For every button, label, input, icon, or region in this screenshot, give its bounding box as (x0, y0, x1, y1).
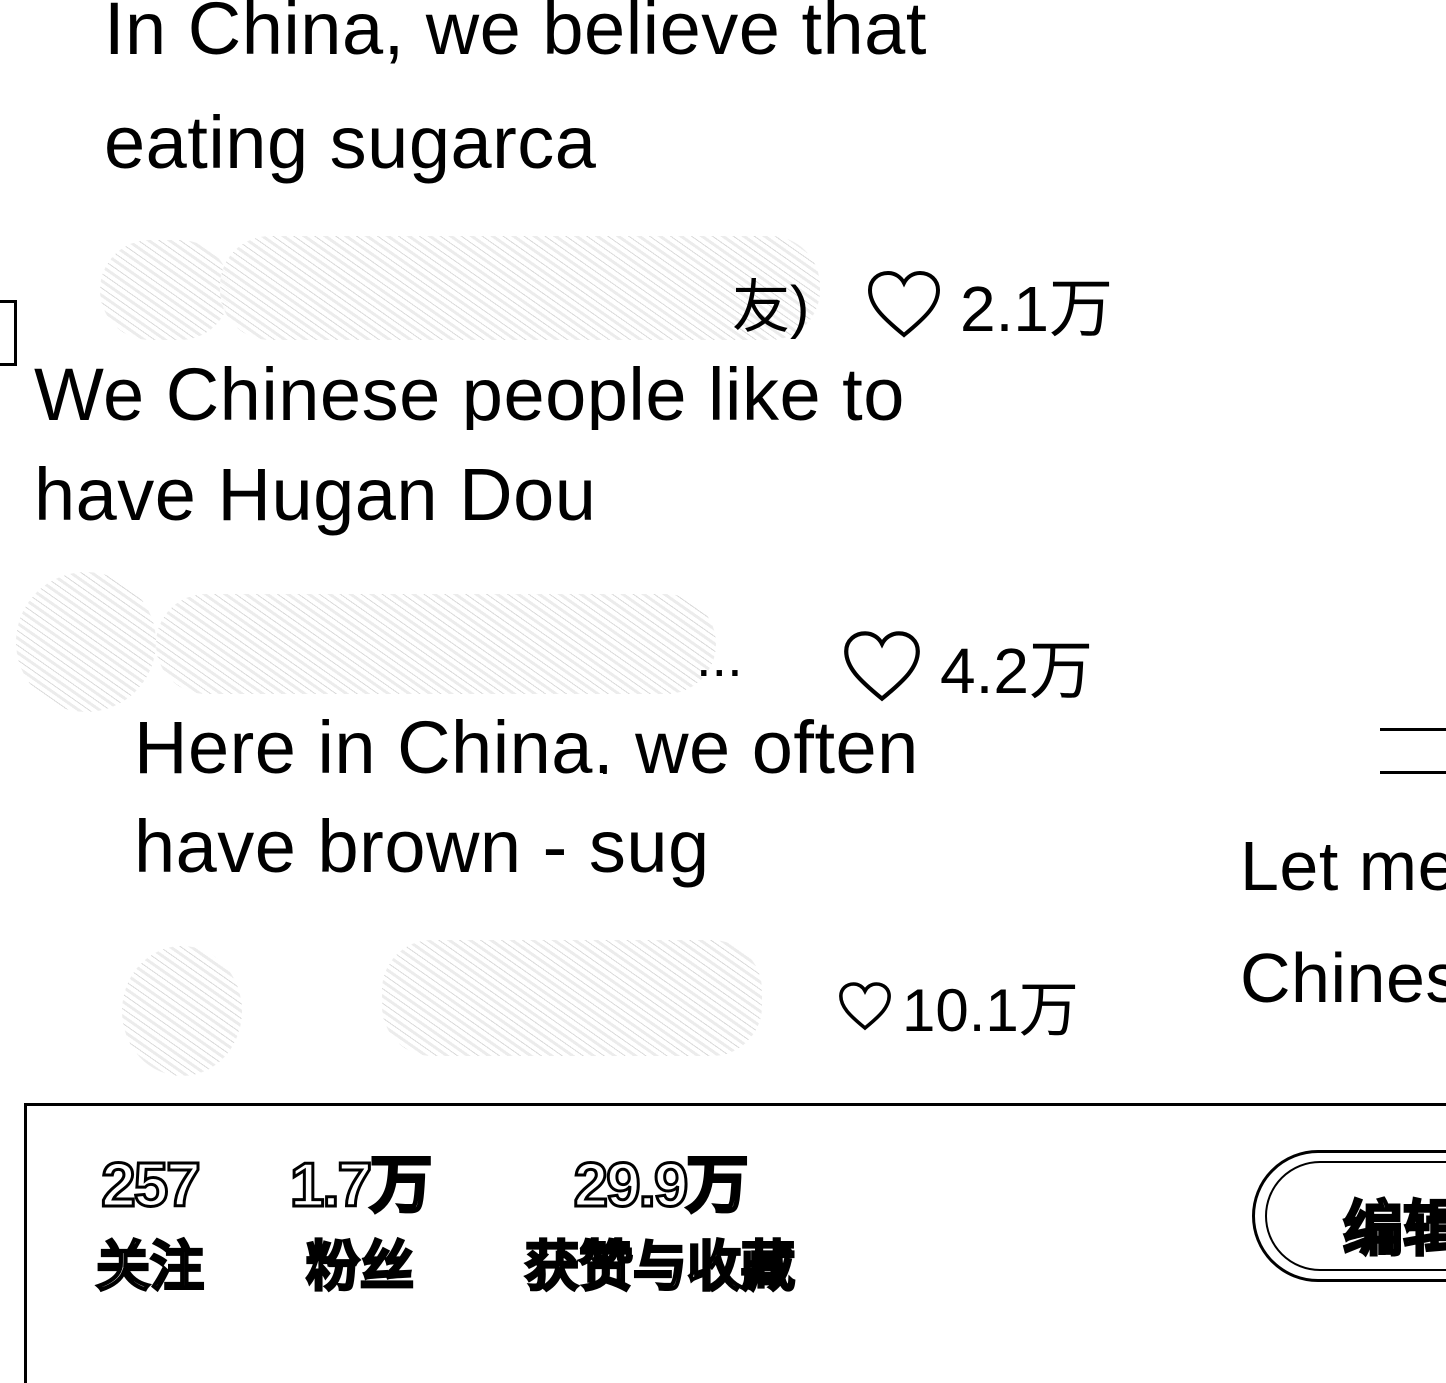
like-count-3[interactable]: 10.1万 (838, 962, 1079, 1049)
author-name (382, 940, 762, 1056)
like-count-value: 4.2万 (940, 635, 1093, 707)
edit-profile-button[interactable]: 编辑 (1252, 1150, 1446, 1282)
edit-button-label: 编辑 (1342, 1195, 1446, 1265)
card-edge-marker (0, 300, 17, 366)
heart-icon[interactable] (842, 629, 922, 703)
author-name (156, 594, 716, 694)
note-card-title-line2: eating sugarca (104, 101, 597, 184)
note-card-title-line1: We Chinese people like to (34, 353, 905, 430)
stat-followers[interactable]: 1.7万 粉丝 (270, 1146, 450, 1302)
card-4-image-edge (1380, 728, 1446, 774)
author-name-tail: ... (696, 625, 743, 688)
heart-icon[interactable] (838, 978, 892, 1034)
author-avatar (16, 572, 156, 712)
note-card-title-line2: have brown - sug (134, 805, 710, 888)
stat-label: 关注 (95, 1236, 206, 1299)
note-card-3-meta (122, 940, 762, 1076)
stat-label: 获赞与收藏 (524, 1236, 797, 1299)
stat-label: 粉丝 (305, 1236, 416, 1299)
stat-following[interactable]: 257 关注 (80, 1146, 220, 1302)
stat-value: 29.9万 (572, 1150, 750, 1222)
note-card-title-line1: In China, we believe that (104, 0, 927, 70)
note-card-title-line1: Here in China, we often (134, 706, 919, 774)
author-avatar (122, 946, 242, 1076)
note-card-2-meta: ... (16, 572, 776, 712)
like-count-value: 10.1万 (902, 977, 1079, 1044)
like-count-2[interactable]: 4.2万 (842, 620, 1093, 712)
stat-likes-and-saves[interactable]: 29.9万 获赞与收藏 (510, 1146, 810, 1302)
note-card-4[interactable]: Let me Chines (1240, 810, 1446, 1050)
note-card-title-line2: Chines (1240, 939, 1446, 1017)
note-card-title-line1: Let me (1240, 827, 1446, 905)
stat-value: 1.7万 (288, 1150, 433, 1222)
stat-value: 257 (100, 1150, 202, 1222)
note-card-title-line2: have Hugan Dou (34, 453, 597, 536)
